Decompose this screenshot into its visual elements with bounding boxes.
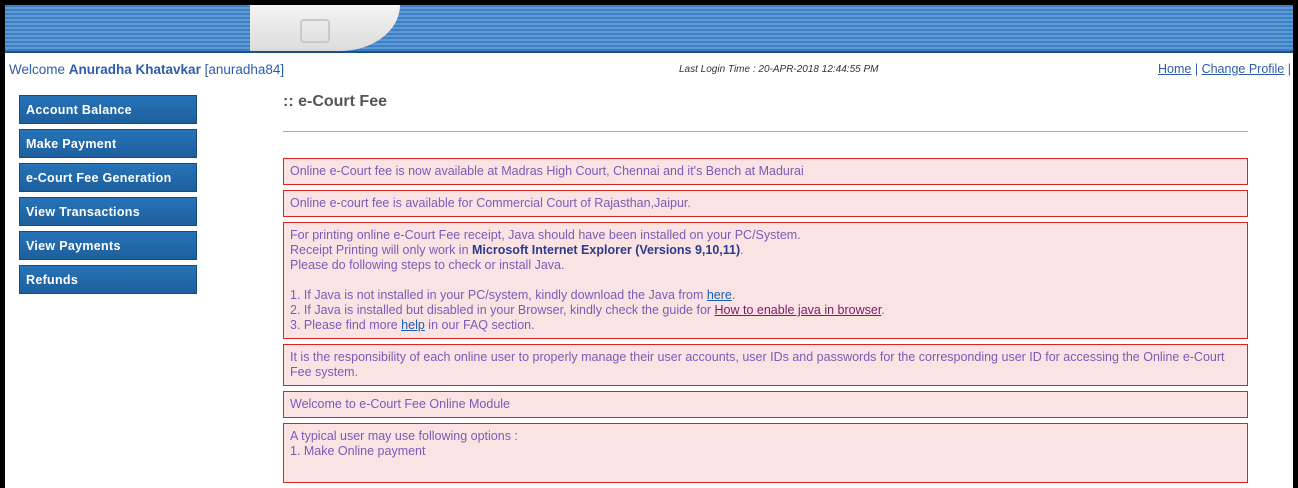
step-2-post: . [881, 303, 885, 317]
top-links: Home | Change Profile | [1158, 62, 1291, 76]
link-separator: | [1191, 62, 1202, 76]
sidebar-item-view-transactions[interactable]: View Transactions [19, 197, 197, 226]
notice-rajasthan: Online e-court fee is available for Comm… [283, 190, 1248, 217]
notice-list: Online e-Court fee is now available at M… [283, 158, 1248, 488]
enable-java-guide-link[interactable]: How to enable java in browser [715, 303, 882, 317]
sidebar-item-refunds[interactable]: Refunds [19, 265, 197, 294]
java-line-1: For printing online e-Court Fee receipt,… [290, 228, 801, 242]
sidebar-nav: Account Balance Make Payment e-Court Fee… [19, 95, 197, 299]
home-link[interactable]: Home [1158, 62, 1191, 76]
notice-java: For printing online e-Court Fee receipt,… [283, 222, 1248, 339]
browser-requirement: Microsoft Internet Explorer (Versions 9,… [472, 243, 741, 257]
sidebar-item-ecourt-fee-generation[interactable]: e-Court Fee Generation [19, 163, 197, 192]
last-login-time: Last Login Time : 20-APR-2018 12:44:55 P… [679, 64, 879, 75]
welcome-text: Welcome Anuradha Khatavkar [anuradha84] [9, 62, 284, 77]
options-line-1: A typical user may use following options… [290, 429, 518, 443]
step-3-post: in our FAQ section. [424, 318, 535, 332]
step-3-text: 3. Please find more [290, 318, 402, 332]
java-line-2: Receipt Printing will only work in Micro… [290, 243, 1241, 258]
welcome-prefix: Welcome [9, 62, 69, 77]
header-banner [5, 5, 1293, 51]
java-step-3: 3. Please find more help in our FAQ sect… [290, 318, 1241, 333]
java-step-2: 2. If Java is installed but disabled in … [290, 303, 1241, 318]
notice-options: A typical user may use following options… [283, 423, 1248, 483]
java-download-link[interactable]: here [707, 288, 732, 302]
step-1-text: 1. If Java is not installed in your PC/s… [290, 288, 707, 302]
link-separator-trailing: | [1284, 62, 1291, 76]
page-title: :: e-Court Fee [283, 93, 387, 110]
java-step-1: 1. If Java is not installed in your PC/s… [290, 288, 1241, 303]
step-1-post: . [731, 288, 736, 302]
change-profile-link[interactable]: Change Profile [1202, 62, 1285, 76]
java-line-3: Please do following steps to check or in… [290, 258, 565, 272]
options-line-2: 1. Make Online payment [290, 444, 426, 458]
sidebar-item-account-balance[interactable]: Account Balance [19, 95, 197, 124]
step-2-text: 2. If Java is installed but disabled in … [290, 303, 715, 317]
sidebar-item-view-payments[interactable]: View Payments [19, 231, 197, 260]
page: Welcome Anuradha Khatavkar [anuradha84] … [5, 5, 1293, 488]
java-line-2-post: . [740, 243, 744, 257]
user-name: Anuradha Khatavkar [68, 62, 201, 77]
notice-madras: Online e-Court fee is now available at M… [283, 158, 1248, 185]
java-line-2-pre: Receipt Printing will only work in [290, 243, 473, 257]
notice-welcome: Welcome to e-Court Fee Online Module [283, 391, 1248, 418]
title-divider [283, 131, 1248, 132]
faq-help-link[interactable]: help [401, 318, 425, 332]
notice-responsibility: It is the responsibility of each online … [283, 344, 1248, 386]
banner-divider [5, 51, 1293, 53]
logo [250, 5, 400, 51]
logo-mark-icon [300, 19, 330, 43]
sidebar-item-make-payment[interactable]: Make Payment [19, 129, 197, 158]
user-id: [anuradha84] [200, 62, 285, 77]
